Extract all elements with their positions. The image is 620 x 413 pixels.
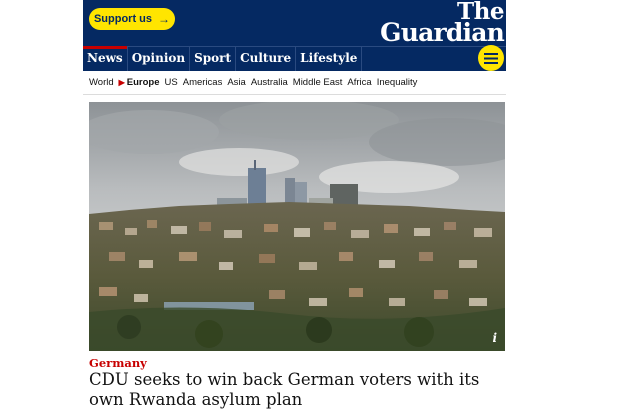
subnav-world[interactable]: World [89,77,114,88]
article-headline[interactable]: CDU seeks to win back German voters with… [89,370,499,410]
logo-line-2: Guardian [380,18,505,47]
pillar-culture[interactable]: Culture [236,47,297,71]
subnav-australia[interactable]: Australia [251,77,288,88]
section-subnav: World ▶ Europe US Americas Asia Australia… [83,70,506,95]
subnav-europe[interactable]: ▶ Europe [119,77,160,88]
pillar-news[interactable]: News [83,46,128,71]
subnav-middle-east[interactable]: Middle East [293,77,343,88]
pillar-lifestyle[interactable]: Lifestyle [296,47,363,71]
pillar-opinion[interactable]: Opinion [128,47,191,71]
current-section-marker-icon: ▶ [118,77,125,87]
pillar-nav: News Opinion Sport Culture Lifestyle [83,45,506,71]
article-image[interactable]: i [89,102,505,351]
support-us-button[interactable]: Support us → [89,8,175,30]
menu-button[interactable] [478,45,504,71]
guardian-logo[interactable]: The Guardian [380,0,505,47]
subnav-americas[interactable]: Americas [183,77,223,88]
subnav-inequality[interactable]: Inequality [377,77,418,88]
subnav-asia[interactable]: Asia [227,77,245,88]
masthead: Support us → The Guardian [83,0,506,46]
image-info-icon[interactable]: i [492,331,497,345]
subnav-africa[interactable]: Africa [347,77,371,88]
arrow-right-icon: → [158,12,171,26]
guardian-page: Support us → The Guardian News Opinion S… [83,0,506,413]
pillar-sport[interactable]: Sport [190,47,237,71]
support-us-label: Support us [93,13,153,25]
article-kicker[interactable]: Germany [89,356,147,370]
city-skyline-image [89,102,505,351]
hamburger-icon [484,52,498,64]
subnav-europe-label: Europe [126,76,160,88]
subnav-us[interactable]: US [165,77,178,88]
